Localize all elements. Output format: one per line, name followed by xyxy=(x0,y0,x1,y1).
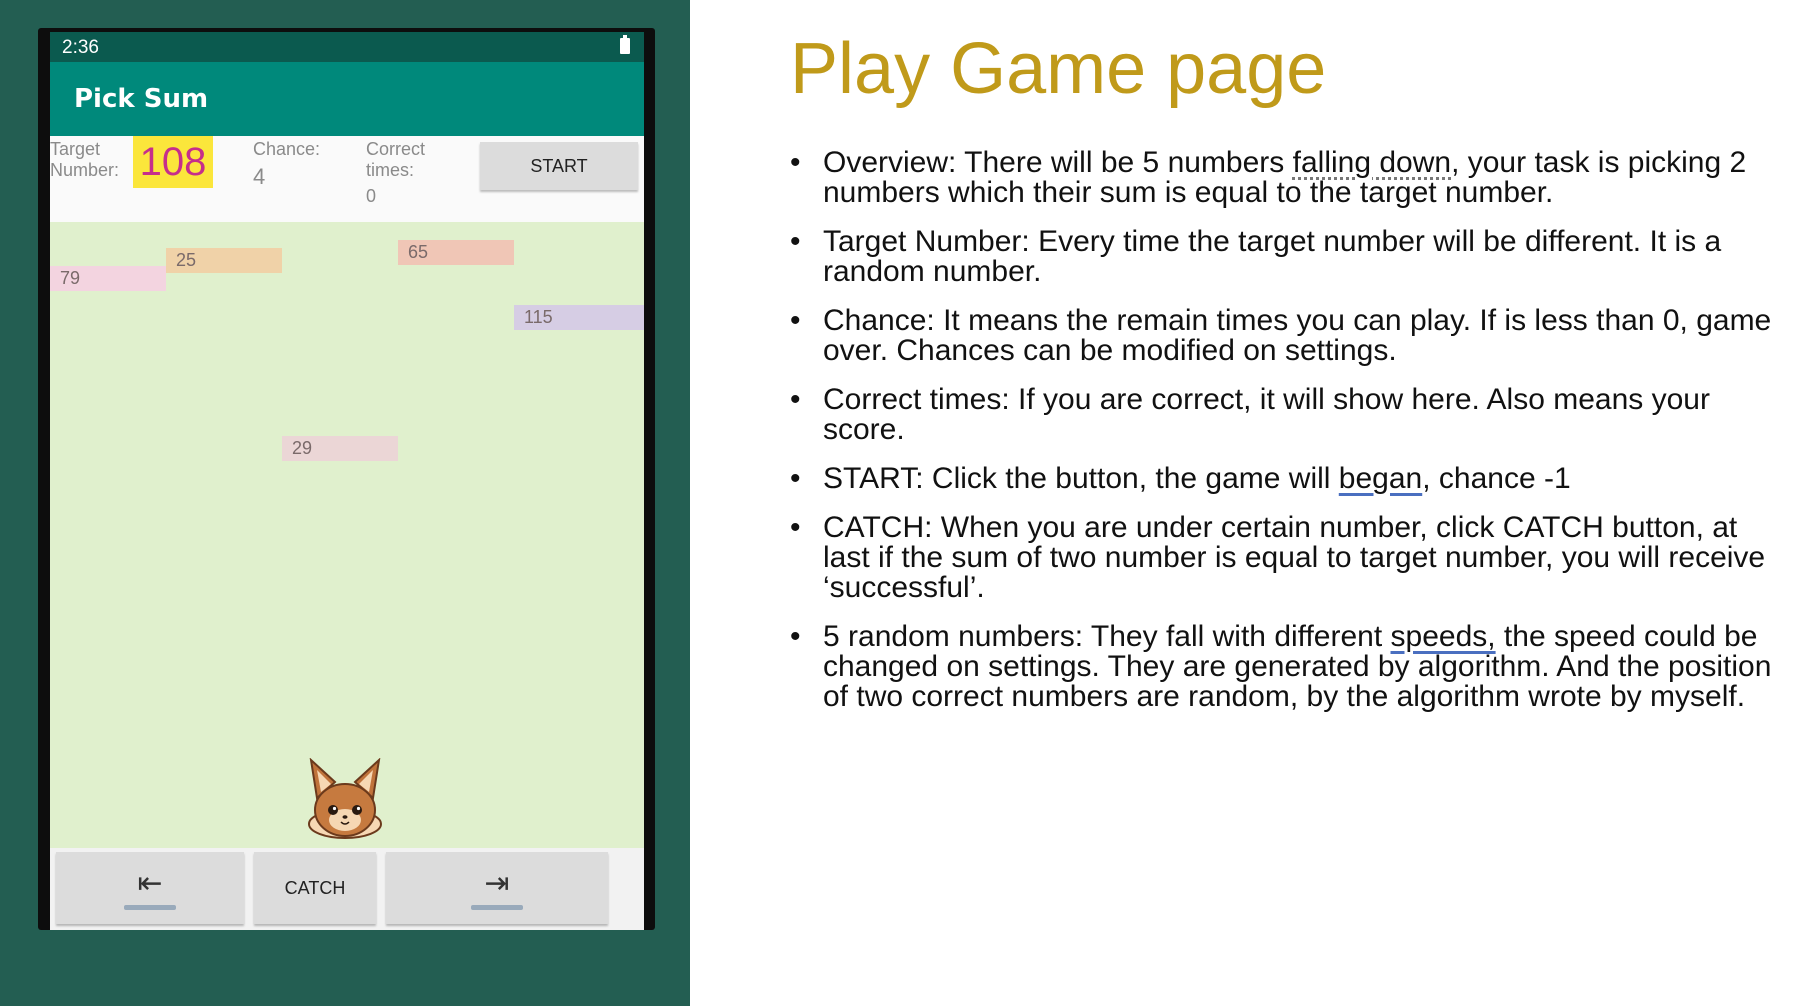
target-number-value: 108 xyxy=(133,136,213,188)
bullet-item: • Correct times: If you are correct, it w… xyxy=(790,385,1790,445)
bullet-text: 5 random numbers: They fall with differe… xyxy=(823,620,1391,653)
bullet-underlined: speeds, xyxy=(1390,620,1496,653)
catch-button[interactable]: CATCH xyxy=(254,852,376,924)
bullet-item: • Target Number: Every time the target nu… xyxy=(790,227,1790,287)
correct-times-value: 0 xyxy=(366,186,377,206)
bullet-text: , chance -1 xyxy=(1422,462,1571,495)
target-number-label: Target Number: xyxy=(50,139,120,180)
bullet-item: • 5 random numbers: They fall with differ… xyxy=(790,622,1790,712)
bullet-item: • START: Click the button, the game will … xyxy=(790,464,1790,494)
bullet-dot: • xyxy=(790,511,801,544)
bullet-item: • Overview: There will be 5 numbers falli… xyxy=(790,148,1790,208)
bullet-dot: • xyxy=(790,304,801,337)
falling-number: 65 xyxy=(398,240,514,265)
move-left-button[interactable]: ⇤ xyxy=(56,852,244,924)
status-bar: 2:36 xyxy=(50,32,644,62)
falling-number: 115 xyxy=(514,305,644,330)
bullet-underlined: began xyxy=(1338,462,1423,495)
move-left-icon: ⇤ xyxy=(137,867,163,900)
correct-times-label: Correct times: xyxy=(366,139,426,180)
move-left-underline xyxy=(124,905,176,910)
bullet-item: • CATCH: When you are under certain numbe… xyxy=(790,513,1790,603)
bullet-text: Correct times: If you are correct, it wi… xyxy=(823,383,1710,446)
falling-number: 25 xyxy=(166,248,282,273)
bullet-text: CATCH: When you are under certain number… xyxy=(823,511,1766,604)
start-button[interactable]: START xyxy=(480,142,638,190)
bullet-text: Chance: It means the remain times you ca… xyxy=(823,304,1772,367)
bullet-item: • Chance: It means the remain times you c… xyxy=(790,306,1790,366)
catch-label: CATCH xyxy=(284,877,346,898)
move-right-icon: ⇥ xyxy=(484,867,510,900)
move-right-underline xyxy=(471,905,523,910)
bullet-text: START: Click the button, the game will xyxy=(823,462,1339,495)
move-right-button[interactable]: ⇥ xyxy=(386,852,608,924)
bullet-dot: • xyxy=(790,620,801,653)
falling-number: 29 xyxy=(282,436,398,461)
slide-text-area: Play Game page • Overview: There will be … xyxy=(790,0,1790,1006)
app-title: Pick Sum xyxy=(74,84,209,114)
controls-bar: ⇤ CATCH ⇥ xyxy=(50,848,644,930)
bullet-dot: • xyxy=(790,146,801,179)
bullet-dot: • xyxy=(790,383,801,416)
fox-mascot-icon xyxy=(308,758,382,839)
bullet-dot: • xyxy=(790,225,801,258)
chance-value: 4 xyxy=(253,164,266,189)
falling-number: 79 xyxy=(50,266,166,291)
bullet-list: • Overview: There will be 5 numbers falli… xyxy=(790,148,1790,731)
bullet-text: Target Number: Every time the target num… xyxy=(823,225,1722,288)
game-area: 79 25 65 115 29 xyxy=(50,222,644,848)
app-bar: Pick Sum xyxy=(50,62,644,136)
bullet-dot: • xyxy=(790,462,801,495)
bullet-underlined: falling down xyxy=(1292,146,1452,179)
chance-label: Chance: xyxy=(253,139,321,159)
bullet-text: Overview: There will be 5 numbers xyxy=(823,146,1293,179)
slide-title: Play Game page xyxy=(790,29,1327,109)
battery-icon xyxy=(620,35,630,54)
game-info-row: Target Number: 108 Chance: 4 Correct tim… xyxy=(50,136,644,222)
status-time: 2:36 xyxy=(62,37,99,58)
